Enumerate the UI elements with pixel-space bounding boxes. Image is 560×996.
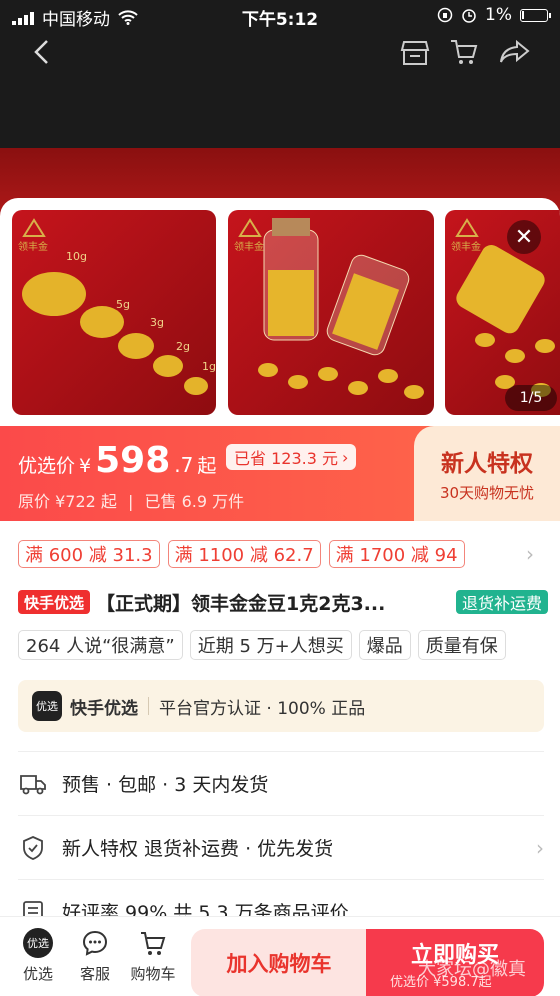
sold-count: 已售 6.9 万件 (144, 492, 245, 511)
sku-sheet: 领丰金 10g 5g 3g 2g 1g 领丰金 领丰金 ✕ 1/5 优选价 ¥ … (0, 198, 560, 996)
coupon-2[interactable]: 满 1100 减 62.7 (167, 540, 321, 568)
battery-level: 1% (485, 5, 512, 25)
shipping-row[interactable]: 预售 · 包邮 · 3 天内发货 (18, 751, 544, 815)
back-arrow-icon (34, 40, 48, 64)
brand-tag: 快手优选 (18, 590, 91, 614)
nav-service-button[interactable]: 客服 (65, 927, 125, 984)
svg-text:领丰金: 领丰金 (234, 240, 264, 253)
chat-bubble-icon (79, 927, 111, 959)
refund-shipping-tag: 退货补运费 (455, 590, 548, 614)
share-icon (500, 39, 530, 63)
svg-text:1g: 1g (202, 360, 216, 373)
alarm-icon (462, 9, 476, 23)
store-icon (400, 41, 430, 65)
cart-icon (137, 927, 169, 959)
dark-header-area: 中国移动 下午5:12 1% (0, 0, 560, 148)
perk-subtitle: 30天购物无忧 (439, 484, 535, 502)
image-gallery[interactable]: 领丰金 10g 5g 3g 2g 1g 领丰金 领丰金 (12, 210, 560, 415)
tag-hot: 爆品 (358, 630, 411, 660)
price-bar: 优选价 ¥ 598 .7 起 已省 123.3 元 › 原价 ¥722 起 | … (0, 426, 560, 521)
svg-text:领丰金: 领丰金 (18, 240, 48, 253)
official-cert-text: 平台官方认证 · 100% 正品 (159, 698, 366, 719)
divider (148, 697, 149, 715)
watermark: 大家坛@徽真 (418, 959, 526, 980)
cart-header-button[interactable] (446, 34, 482, 70)
tag-wishlist: 近期 5 万+人想买 (189, 630, 352, 660)
battery-icon (520, 8, 551, 22)
chevron-right-icon: › (341, 447, 349, 467)
product-tags: 264 人说“很满意” 近期 5 万+人想买 爆品 质量有保 (18, 630, 560, 660)
gallery-page-indicator: 1/5 (505, 385, 557, 411)
original-price: 原价 ¥722 起 (18, 492, 117, 511)
nav-cart-button[interactable]: 购物车 (123, 927, 183, 984)
tag-satisfied: 264 人说“很满意” (18, 630, 183, 660)
share-button[interactable] (497, 34, 533, 70)
coupon-1[interactable]: 满 600 减 31.3 (18, 540, 160, 568)
truck-icon (20, 771, 46, 797)
svg-text:3g: 3g (150, 316, 164, 329)
nav-select-button[interactable]: 优选 优选 (8, 927, 68, 984)
select-logo-icon: 优选 (22, 927, 54, 959)
saved-amount-badge[interactable]: 已省 123.3 元 › (226, 444, 357, 470)
info-rows: 预售 · 包邮 · 3 天内发货 新人特权 退货补运费 · 优先发货 › 好评率… (0, 751, 560, 943)
orientation-lock-icon (437, 7, 453, 23)
official-name: 快手优选 (70, 698, 138, 719)
product-title-row[interactable]: 快手优选 【正式期】领丰金金豆1克2克3... 退货补运费 (18, 588, 548, 616)
coupon-list[interactable]: 满 600 减 31.3 满 1100 减 62.7 满 1700 减 94 (18, 540, 465, 568)
price-integer: 598 (95, 440, 171, 481)
svg-text:领丰金: 领丰金 (451, 240, 481, 253)
price: 优选价 ¥ 598 .7 起 (18, 440, 217, 481)
shield-check-icon (20, 835, 46, 861)
close-icon: ✕ (514, 224, 534, 250)
svg-text:5g: 5g (116, 298, 130, 311)
bottom-action-bar: 优选 优选 客服 购物车 加入购物车 立即购买 优选价 ¥598.7起 大家坛@… (0, 916, 560, 996)
coupon-3[interactable]: 满 1700 减 94 (328, 540, 465, 568)
back-button[interactable] (24, 34, 60, 70)
svg-text:2g: 2g (176, 340, 190, 353)
kuaishou-select-icon: 优选 (32, 691, 62, 721)
svg-text:10g: 10g (66, 250, 87, 263)
new-user-perk-card[interactable]: 新人特权 30天购物无忧 (414, 426, 560, 521)
gallery-thumb-1[interactable]: 领丰金 10g 5g 3g 2g 1g (12, 210, 216, 415)
price-decimal: .7 (174, 453, 194, 477)
store-button[interactable] (397, 34, 433, 70)
close-gallery-button[interactable]: ✕ (507, 220, 541, 254)
cart-icon (451, 40, 478, 64)
original-price-and-sold: 原价 ¥722 起 | 已售 6.9 万件 (18, 492, 245, 511)
perk-title: 新人特权 (441, 451, 533, 477)
gold-beans-sizes-image: 领丰金 10g 5g 3g 2g 1g (18, 218, 216, 395)
coupon-more-chevron-icon[interactable]: › (526, 542, 534, 566)
nav-bar (0, 26, 560, 74)
add-to-cart-button[interactable]: 加入购物车 (191, 929, 367, 996)
chevron-right-icon: › (536, 835, 544, 860)
perk-row[interactable]: 新人特权 退货补运费 · 优先发货 › (18, 815, 544, 879)
gold-beans-jars-image: 领丰金 (234, 218, 424, 399)
tag-quality: 质量有保 (417, 630, 506, 660)
product-title: 【正式期】领丰金金豆1克2克3... (96, 592, 386, 615)
gallery-thumb-2[interactable]: 领丰金 (228, 210, 434, 415)
official-certification-banner[interactable]: 优选 快手优选 平台官方认证 · 100% 正品 (18, 680, 544, 732)
product-page: 中国移动 下午5:12 1% 领丰金 10g 5g 3g 2g 1g 领丰金 领… (0, 0, 560, 996)
